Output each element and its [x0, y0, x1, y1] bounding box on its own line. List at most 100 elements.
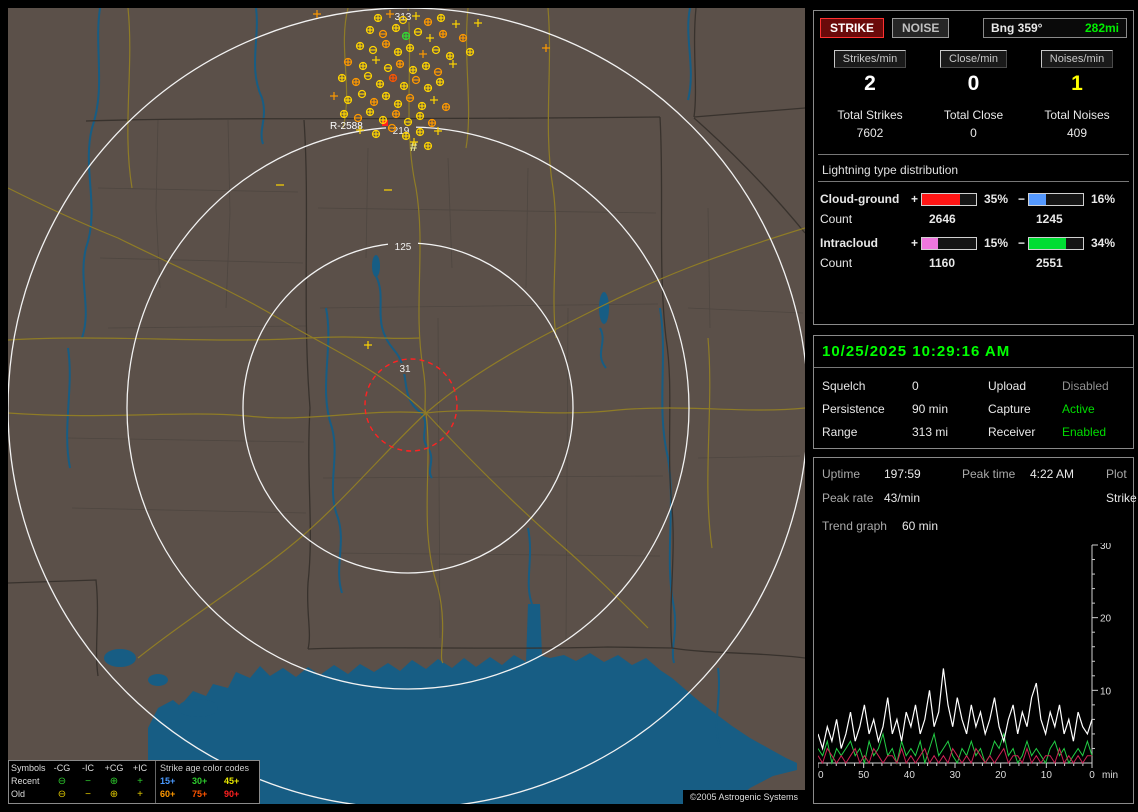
legend-age-header: Strike age color codes: [160, 763, 250, 773]
strike-marker: [399, 81, 409, 91]
strike-marker: [435, 77, 445, 87]
svg-text:min: min: [1102, 770, 1118, 781]
strike-marker: [388, 73, 398, 83]
noise-button[interactable]: NOISE: [892, 18, 950, 38]
svg-text:10: 10: [1041, 770, 1053, 781]
close-per-min-value: 0: [967, 72, 980, 95]
receiver-status: Enabled: [1062, 425, 1107, 439]
ic-positive-count: 1160: [929, 256, 956, 270]
trend-graph-canvas: 10 20 30 60 50 40 30 20 10 0 min: [812, 541, 1126, 791]
strike-marker: [421, 61, 431, 71]
strike-stats-panel: STRIKE NOISE Bng 359° 282mi Strikes/min …: [813, 10, 1134, 325]
strike-marker: [423, 17, 433, 27]
strike-marker: [395, 59, 405, 69]
legend-col-ic-pos: +IC: [132, 763, 148, 773]
strike-marker: [337, 73, 347, 83]
age-45: 45+: [224, 776, 240, 786]
strike-marker: [365, 107, 375, 117]
strike-marker: [351, 77, 361, 87]
divider: [818, 181, 1129, 182]
strike-marker: [415, 127, 425, 137]
cg-pos-old-icon: ⊕: [109, 789, 119, 800]
capture-status: Active: [1062, 402, 1095, 416]
ic-negative-bar: [1028, 236, 1084, 250]
ring-label-125: 125: [395, 242, 412, 253]
strike-marker: [355, 41, 365, 51]
ic-positive-pct: 15%: [984, 236, 1009, 250]
strike-marker: [343, 95, 353, 105]
strike-marker: [401, 31, 411, 41]
age-15: 15+: [160, 776, 176, 786]
peak-time-value: 4:22 AM: [1030, 467, 1075, 481]
close-per-min-label: Close/min: [940, 50, 1007, 68]
peak-time-label: Peak time: [962, 467, 1016, 481]
peak-rate-label: Peak rate: [822, 491, 874, 505]
noises-per-min-label: Noises/min: [1040, 50, 1114, 68]
ic-neg-recent-icon: −: [85, 776, 91, 787]
cg-positive-count: 2646: [929, 212, 956, 226]
age-30: 30+: [192, 776, 208, 786]
strike-marker: [458, 33, 468, 43]
cg-pos-recent-icon: ⊕: [109, 776, 119, 787]
plot-mode-value: Strike: [1106, 491, 1137, 505]
svg-text:30: 30: [1100, 543, 1112, 552]
bearing-box: Bng 359° 282mi: [983, 18, 1127, 38]
strike-marker: [343, 57, 353, 67]
map-canvas: 313 219 125 31 R-2588 #: [8, 8, 805, 804]
strike-marker: [427, 118, 437, 128]
legend-symbols-header: Symbols: [11, 763, 46, 773]
strike-marker: [405, 43, 415, 53]
bearing-range: 282mi: [1084, 21, 1119, 35]
cg-positive-pct: 35%: [984, 192, 1009, 206]
upload-label: Upload: [988, 379, 1027, 393]
age-60: 60+: [160, 789, 176, 799]
legend-col-cg-neg: -CG: [53, 763, 71, 773]
total-strikes-value: 7602: [856, 126, 884, 140]
squelch-label: Squelch: [822, 379, 866, 393]
svg-text:20: 20: [995, 770, 1007, 781]
squelch-value: 0: [912, 379, 919, 393]
plus-sign: +: [910, 192, 918, 206]
strike-marker: [365, 25, 375, 35]
strike-marker: [373, 13, 383, 23]
strike-marker: [381, 39, 391, 49]
ring-label-313: 313: [395, 12, 412, 23]
total-close-value: 0: [970, 126, 977, 140]
svg-text:0: 0: [1089, 770, 1095, 781]
age-75: 75+: [192, 789, 208, 799]
receiver-label: Receiver: [988, 425, 1036, 439]
strike-marker: [381, 91, 391, 101]
cg-negative-bar: [1028, 192, 1084, 206]
strike-marker: [393, 99, 403, 109]
capture-label: Capture: [988, 402, 1031, 416]
peak-rate-value: 43/min: [884, 491, 921, 505]
strike-marker: [445, 51, 455, 61]
ic-neg-old-icon: −: [85, 789, 91, 800]
lightning-map[interactable]: 313 219 125 31 R-2588 # Symbols -CG -IC …: [8, 8, 805, 804]
total-close-label: Total Close: [943, 108, 1004, 122]
cg-negative-count: 1245: [1036, 212, 1063, 226]
trend-graph-label: Trend graph: [822, 519, 887, 533]
minus-sign: −: [1017, 192, 1025, 206]
ic-pos-old-icon: +: [137, 789, 143, 800]
legend-col-ic-neg: -IC: [82, 763, 94, 773]
svg-text:10: 10: [1100, 686, 1112, 697]
ic-negative-count: 2551: [1036, 256, 1063, 270]
strike-marker: [441, 102, 451, 112]
strike-button[interactable]: STRIKE: [820, 18, 885, 38]
strike-marker: [438, 29, 448, 39]
datetime-display: 10/25/2025 10:29:16 AM: [814, 336, 1133, 368]
strike-marker: [391, 109, 401, 119]
strike-marker: [371, 129, 381, 139]
total-strikes-label: Total Strikes: [837, 108, 903, 122]
strike-marker: [391, 23, 401, 33]
noises-per-min-value: 1: [1071, 72, 1083, 95]
range-value: 313 mi: [912, 425, 949, 439]
persistence-label: Persistence: [822, 402, 885, 416]
strikes-per-min-label: Strikes/min: [833, 50, 907, 68]
plot-label: Plot: [1106, 467, 1127, 481]
ic-negative-pct: 34%: [1091, 236, 1116, 250]
distribution-title: Lightning type distribution: [822, 163, 959, 177]
uptime-label: Uptime: [822, 467, 861, 481]
strike-marker: [375, 79, 385, 89]
